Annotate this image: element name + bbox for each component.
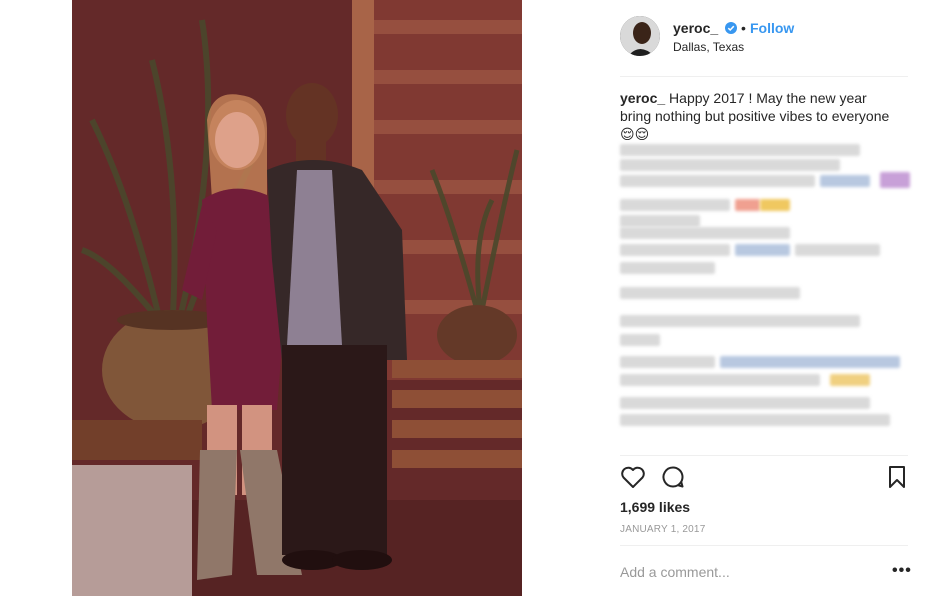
avatar-image bbox=[620, 16, 660, 56]
blurred-comment bbox=[880, 172, 910, 188]
blurred-comment bbox=[620, 159, 840, 171]
blurred-comment bbox=[830, 374, 870, 386]
blurred-comment bbox=[735, 199, 760, 211]
blurred-comment bbox=[620, 397, 870, 409]
blurred-comment bbox=[620, 227, 790, 239]
blurred-comment bbox=[620, 215, 700, 227]
blurred-comment bbox=[795, 244, 880, 256]
comment-bubble-icon[interactable] bbox=[661, 465, 685, 489]
add-comment-input[interactable] bbox=[620, 563, 870, 581]
follow-button[interactable]: Follow bbox=[750, 20, 794, 36]
caption-username-link[interactable]: yeroc_ bbox=[620, 90, 665, 106]
couple-photo-illustration bbox=[72, 0, 522, 596]
blurred-comment bbox=[620, 244, 730, 256]
post-photo[interactable] bbox=[72, 0, 522, 596]
post-side-panel: yeroc_ • Follow Dallas, Texas yeroc_ Hap… bbox=[620, 0, 911, 596]
verified-badge-icon bbox=[725, 22, 737, 34]
header-divider bbox=[620, 76, 908, 77]
blurred-comments-list bbox=[620, 144, 910, 434]
blurred-comment bbox=[620, 334, 660, 346]
blurred-comment bbox=[620, 414, 890, 426]
post-date: January 1, 2017 bbox=[620, 524, 706, 535]
bookmark-icon[interactable] bbox=[887, 465, 907, 489]
blurred-comment bbox=[620, 374, 820, 386]
blurred-comment bbox=[620, 199, 730, 211]
blurred-comment bbox=[620, 287, 800, 299]
blurred-comment bbox=[760, 199, 790, 211]
instagram-post-page: yeroc_ • Follow Dallas, Texas yeroc_ Hap… bbox=[0, 0, 927, 596]
post-header: yeroc_ • Follow Dallas, Texas bbox=[620, 16, 908, 60]
post-actions bbox=[620, 465, 908, 491]
post-caption: yeroc_ Happy 2017 ! May the new year bri… bbox=[620, 89, 890, 143]
avatar[interactable] bbox=[620, 16, 660, 56]
likes-count[interactable]: 1,699 likes bbox=[620, 499, 690, 515]
blurred-comment bbox=[620, 175, 815, 187]
blurred-comment bbox=[620, 356, 715, 368]
username-link[interactable]: yeroc_ bbox=[673, 20, 718, 36]
location-link[interactable]: Dallas, Texas bbox=[673, 40, 744, 54]
separator-dot: • bbox=[741, 20, 746, 36]
blurred-comment bbox=[620, 262, 715, 274]
heart-icon[interactable] bbox=[620, 465, 646, 489]
comments-divider bbox=[620, 455, 908, 456]
blurred-comment bbox=[820, 175, 870, 187]
blurred-comment bbox=[720, 356, 900, 368]
more-options-button[interactable]: ••• bbox=[892, 562, 912, 580]
blurred-comment bbox=[620, 144, 860, 156]
date-divider bbox=[620, 545, 908, 546]
blurred-comment bbox=[620, 315, 860, 327]
blurred-comment bbox=[735, 244, 790, 256]
